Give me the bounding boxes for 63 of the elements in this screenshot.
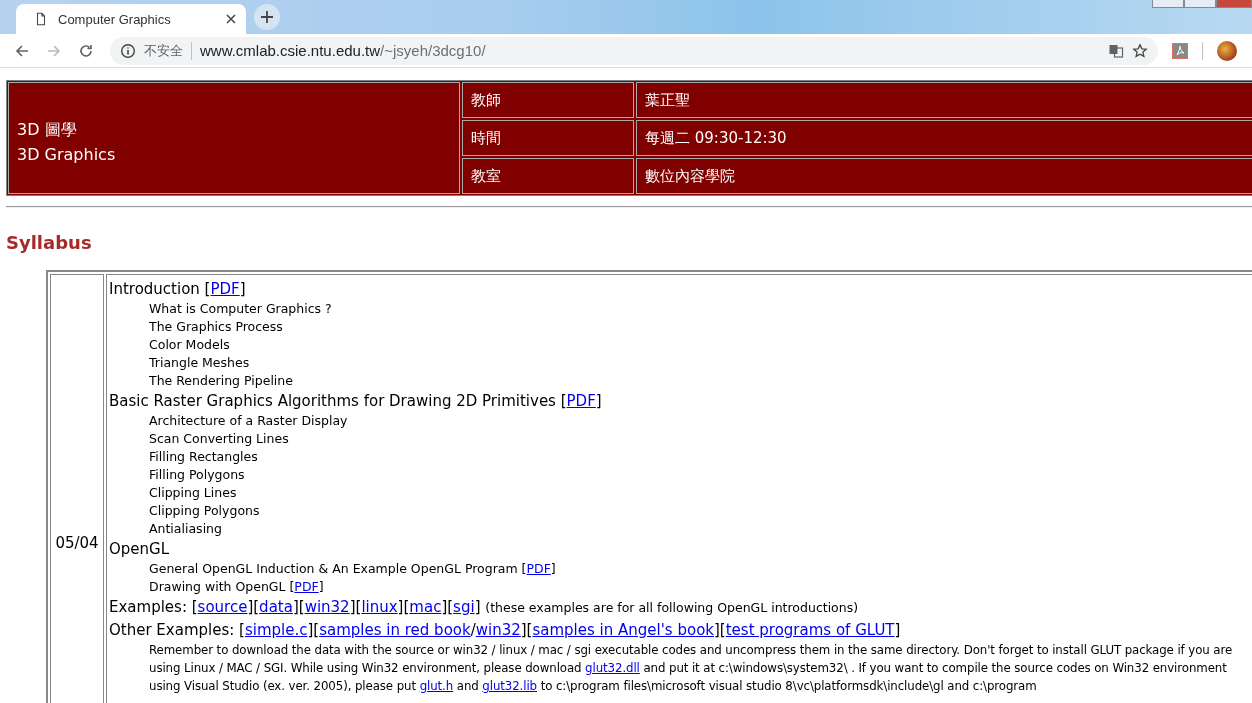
- translate-icon: [1108, 42, 1124, 59]
- info-value: 每週二 09:30-12:30: [636, 120, 1252, 156]
- subtopic-text: Scan Converting Lines: [148, 430, 290, 448]
- link[interactable]: PDF: [566, 392, 596, 410]
- profile-avatar[interactable]: [1217, 40, 1237, 61]
- star-icon: [1132, 42, 1148, 59]
- date-cell: 05/04: [50, 274, 104, 703]
- subtopic-text: Drawing with OpenGL [PDF]: [148, 578, 325, 596]
- subtopic-text: Clipping Lines: [148, 484, 238, 502]
- document-icon: [34, 12, 48, 26]
- topic-heading: Basic Raster Graphics Algorithms for Drawing 2D Primitives [PDF]: [109, 391, 603, 412]
- link[interactable]: source: [197, 598, 248, 616]
- topic-heading: Other Examples: [simple.c][samples in red book/win32][samples in Angel's book][test programs of GLUT]: [109, 620, 902, 641]
- new-tab-button[interactable]: [254, 4, 280, 30]
- link[interactable]: win32: [475, 621, 521, 639]
- link[interactable]: glut32.lib: [482, 679, 537, 693]
- back-arrow-icon: [14, 42, 30, 59]
- link[interactable]: glut32.dll: [585, 661, 640, 675]
- course-title: 3D Graphics: [17, 144, 117, 166]
- subtopic-text: The Rendering Pipeline: [148, 372, 294, 390]
- subtopic-text: The Graphics Process: [148, 318, 284, 336]
- link[interactable]: samples in red book: [319, 621, 471, 639]
- browser-tab[interactable]: Computer Graphics: [16, 4, 246, 34]
- reload-icon: [78, 42, 94, 59]
- info-value: 數位內容學院: [636, 158, 1252, 194]
- info-label: 時間: [462, 120, 634, 156]
- subtopic-text: Architecture of a Raster Display: [148, 412, 349, 430]
- close-icon[interactable]: [226, 14, 236, 24]
- subtopic-text: Color Models: [148, 336, 231, 354]
- link[interactable]: simple.c: [244, 621, 308, 639]
- window-controls[interactable]: [1152, 0, 1252, 8]
- link[interactable]: PDF: [210, 280, 240, 298]
- link[interactable]: PDF: [526, 561, 551, 576]
- link[interactable]: win32: [304, 598, 350, 616]
- plus-icon: [260, 10, 274, 24]
- pdf-extension-icon[interactable]: [1172, 42, 1188, 59]
- subtopic-text: Clipping Polygons: [148, 502, 261, 520]
- subtopic-text: Triangle Meshes: [148, 354, 251, 372]
- section-heading: Syllabus: [6, 232, 93, 253]
- subtopic-text: Filling Polygons: [148, 466, 246, 484]
- subtopic-text: General OpenGL Induction & An Example OpenGL Program [PDF]: [148, 560, 557, 578]
- info-icon: [120, 42, 136, 59]
- instructions-paragraph: Remember to download the data with the source or win32 / linux / mac / sgi executable codes and uncompress them in the same directory. Don't forget to install GLUT package if you are using Linux / MAC / SGI. While using Win32 environment, please download glut32.dll and put it at c:\windows\system32\ . If you want to compile the source codes on Win32 environment using Visual Studio (ex. ver. 2005), please put glut.h and glut32.lib to c:\program files\microsoft visual studio 8\vc\platformsdk\include\gl and c:\program: [148, 642, 1234, 695]
- subtopic-text: What is Computer Graphics ?: [148, 300, 333, 318]
- link[interactable]: data: [259, 598, 293, 616]
- subtopic-text: Filling Rectangles: [148, 448, 259, 466]
- topic-heading: Introduction [PDF]: [109, 279, 247, 300]
- info-label: 教師: [462, 82, 634, 118]
- info-label: 教室: [462, 158, 634, 194]
- link[interactable]: glut.h: [419, 679, 454, 693]
- address-bar[interactable]: 不安全 www.cmlab.csie.ntu.edu.tw/~jsyeh/3dcg10/: [110, 36, 1158, 65]
- forward-arrow-icon: [46, 42, 62, 59]
- topic-heading: Examples: [source][data][win32][linux][mac][sgi] (these examples are for all following OpenGL introductions): [109, 597, 860, 618]
- topic-heading: OpenGL: [109, 539, 171, 560]
- info-value: 葉正聖: [636, 82, 1252, 118]
- link[interactable]: linux: [361, 598, 398, 616]
- link[interactable]: samples in Angel's book: [532, 621, 714, 639]
- link[interactable]: test programs of GLUT: [725, 621, 895, 639]
- course-title: 3D 圖學: [17, 119, 78, 141]
- link[interactable]: mac: [409, 598, 442, 616]
- link[interactable]: sgi: [453, 598, 475, 616]
- subtopic-text: Antialiasing: [148, 520, 223, 538]
- link[interactable]: PDF: [294, 579, 319, 594]
